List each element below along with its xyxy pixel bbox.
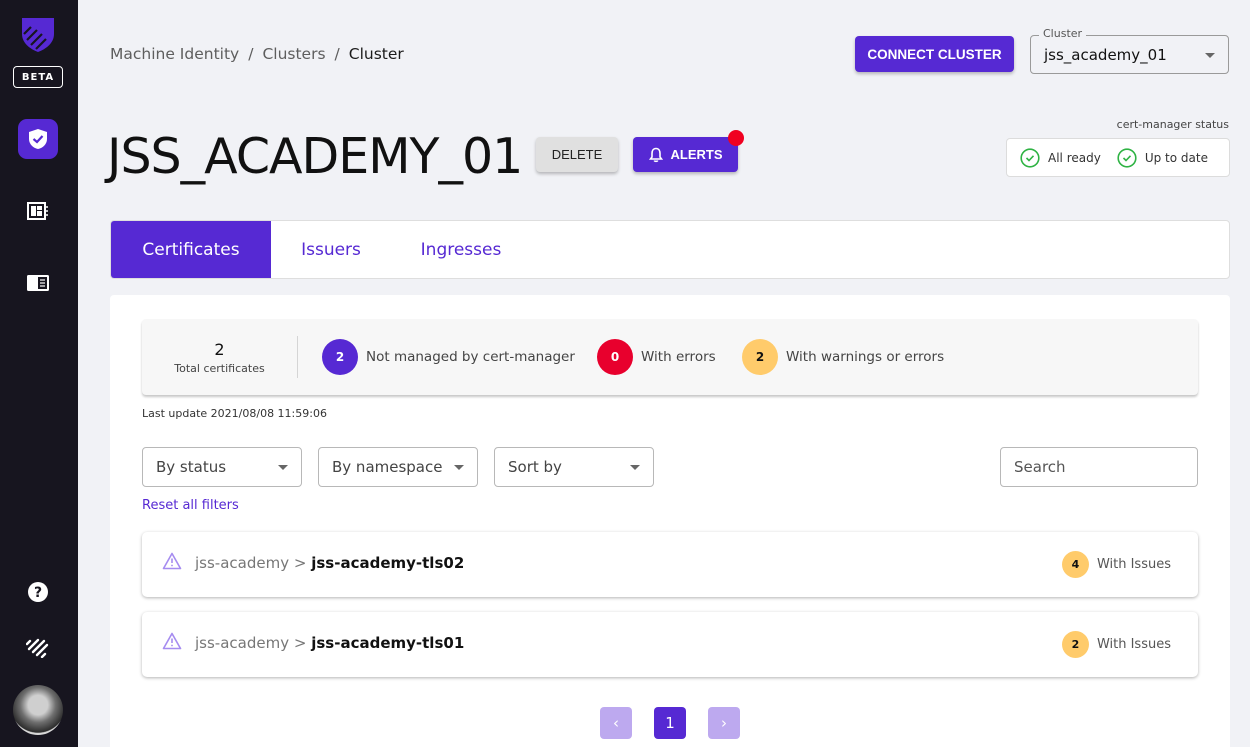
certificate-path: jss-academy > jss-academy-tls01 — [195, 634, 465, 652]
certificate-name: jss-academy-tls02 — [311, 554, 465, 572]
next-page-button[interactable]: › — [708, 707, 740, 739]
issues-count-badge: 4 — [1061, 551, 1089, 578]
total-certificates-label: Total certificates — [174, 361, 265, 375]
last-update: Last update 2021/08/08 11:59:06 — [142, 407, 327, 420]
sidebar-item-docs[interactable] — [18, 263, 58, 303]
status-filter[interactable]: By status — [142, 447, 302, 487]
cert-manager-up-to-date: Up to date — [1117, 147, 1208, 168]
certificate-path: jss-academy > jss-academy-tls02 — [195, 554, 465, 572]
total-certificates: 2 Total certificates — [142, 319, 297, 395]
chevron-down-icon — [630, 465, 640, 470]
help-icon: ? — [28, 582, 48, 602]
count-badge: 2 — [742, 339, 778, 375]
delete-button[interactable]: DELETE — [536, 137, 618, 172]
tab-ingresses[interactable]: Ingresses — [391, 221, 531, 278]
count-badge: 2 — [322, 339, 358, 375]
namespace-filter[interactable]: By namespace — [318, 447, 478, 487]
stat-with-errors: 0 With errors — [597, 339, 716, 375]
stat-not-managed: 2 Not managed by cert-manager — [322, 339, 575, 375]
issues-count-badge: 2 — [1061, 631, 1089, 658]
issues-indicator: 2 With Issues — [1061, 631, 1171, 658]
breadcrumb-clusters[interactable]: Clusters — [262, 45, 325, 63]
tab-certificates[interactable]: Certificates — [111, 221, 271, 278]
breadcrumb-machine-identity[interactable]: Machine Identity — [110, 45, 239, 63]
sort-select[interactable]: Sort by — [494, 447, 654, 487]
sidebar-item-certificates[interactable] — [18, 119, 58, 159]
certificate-name: jss-academy-tls01 — [311, 634, 465, 652]
jetstack-link[interactable] — [18, 627, 58, 667]
tab-issuers[interactable]: Issuers — [271, 221, 391, 278]
certificate-row[interactable]: jss-academy > jss-academy-tls01 2 With I… — [142, 612, 1198, 677]
cluster-select-value: jss_academy_01 — [1044, 46, 1167, 64]
help-button[interactable]: ? — [18, 572, 58, 612]
alerts-label: ALERTS — [670, 147, 723, 162]
cert-manager-status-label: cert-manager status — [1116, 118, 1229, 131]
warning-icon — [162, 552, 182, 570]
svg-text:?: ? — [34, 585, 42, 601]
check-circle-icon — [1117, 147, 1137, 168]
tabs: Certificates Issuers Ingresses — [110, 220, 1230, 279]
prev-page-button[interactable]: ‹ — [600, 707, 632, 739]
dashboard-icon — [27, 202, 48, 220]
warning-icon — [162, 632, 182, 650]
jetstack-stripes-icon — [26, 638, 49, 658]
cert-manager-all-ready: All ready — [1020, 147, 1101, 168]
chevron-down-icon — [454, 465, 464, 470]
divider — [297, 336, 298, 378]
chevron-down-icon — [1205, 53, 1215, 58]
breadcrumb-separator: / — [248, 45, 254, 63]
bell-icon — [648, 147, 663, 162]
page-1-button[interactable]: 1 — [654, 707, 686, 739]
issues-indicator: 4 With Issues — [1061, 551, 1171, 578]
jetstack-shield-logo-icon[interactable] — [21, 16, 55, 52]
connect-cluster-button[interactable]: CONNECT CLUSTER — [855, 36, 1014, 72]
certificates-panel: 2 Total certificates 2 Not managed by ce… — [110, 295, 1230, 747]
beta-badge: BETA — [13, 66, 63, 88]
cert-manager-status: All ready Up to date — [1006, 138, 1230, 177]
count-badge: 0 — [597, 339, 633, 375]
stat-with-warnings: 2 With warnings or errors — [742, 339, 944, 375]
breadcrumb-separator: / — [334, 45, 340, 63]
search-input[interactable] — [1000, 447, 1198, 487]
sidebar-item-dashboard[interactable] — [18, 191, 58, 231]
cluster-select-label: Cluster — [1039, 27, 1087, 40]
breadcrumb: Machine Identity / Clusters / Cluster — [110, 45, 404, 63]
alert-notification-dot — [728, 130, 744, 146]
chevron-down-icon — [278, 465, 288, 470]
breadcrumb-current: Cluster — [348, 45, 404, 63]
shield-check-icon — [29, 129, 47, 149]
certificate-row[interactable]: jss-academy > jss-academy-tls02 4 With I… — [142, 532, 1198, 597]
reset-filters-link[interactable]: Reset all filters — [142, 498, 239, 513]
sidebar: BETA ? — [0, 0, 78, 747]
book-icon — [27, 275, 49, 291]
total-certificates-count: 2 — [214, 339, 225, 359]
certificates-summary: 2 Total certificates 2 Not managed by ce… — [142, 319, 1198, 395]
page-title: JSS_ACADEMY_01 — [107, 128, 523, 185]
cluster-select[interactable]: Cluster jss_academy_01 — [1030, 27, 1229, 74]
check-circle-icon — [1020, 147, 1040, 168]
user-avatar[interactable] — [13, 685, 63, 735]
alerts-button[interactable]: ALERTS — [633, 137, 738, 172]
